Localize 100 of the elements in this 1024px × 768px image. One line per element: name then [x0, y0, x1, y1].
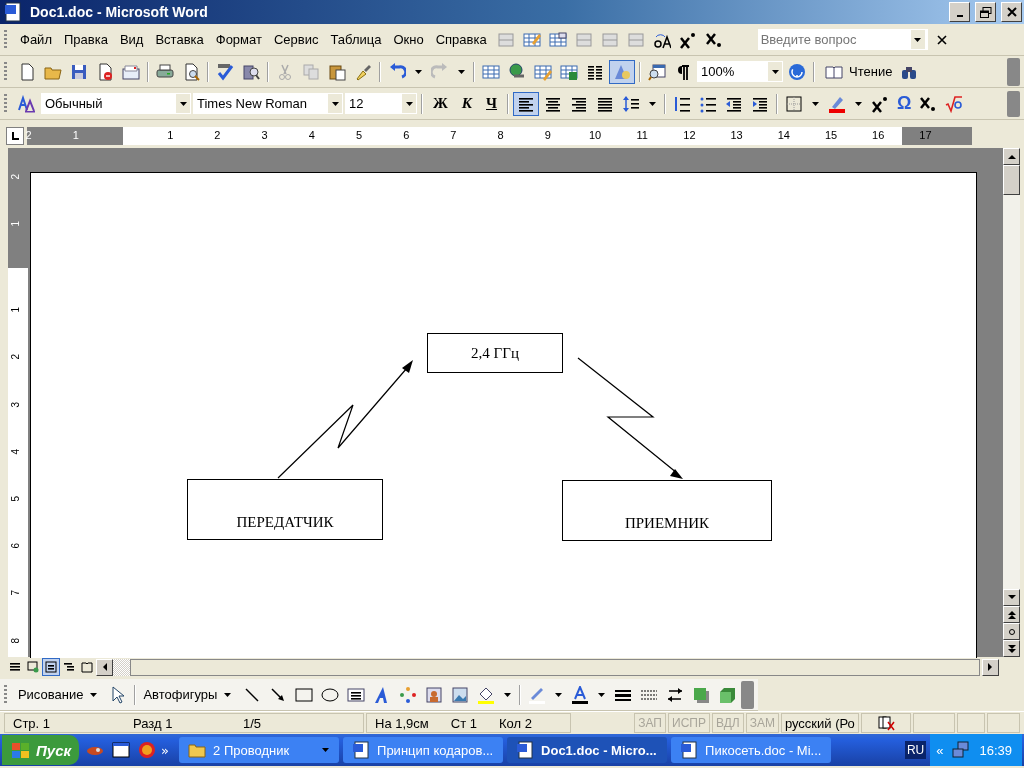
help-search-field[interactable]: Введите вопрос: [757, 29, 928, 50]
menu-item[interactable]: Вид: [114, 30, 149, 49]
arrow-style-icon[interactable]: [666, 685, 685, 704]
drawing-menu-button[interactable]: Рисование: [14, 687, 105, 702]
next-page-button[interactable]: [1003, 640, 1020, 657]
caret-icon[interactable]: [554, 690, 564, 699]
close-icon[interactable]: [1006, 7, 1017, 17]
square-root-icon[interactable]: [945, 94, 964, 113]
borders-icon[interactable]: [785, 94, 804, 113]
rectangle-icon[interactable]: [295, 685, 314, 704]
close-button[interactable]: [1001, 2, 1022, 22]
superscript-icon[interactable]: [678, 30, 697, 49]
menu-item[interactable]: Окно: [388, 30, 429, 49]
open-book-icon[interactable]: [825, 64, 843, 79]
taskbar-button[interactable]: 2 Проводник: [179, 737, 340, 763]
bold-button[interactable]: Ж: [427, 95, 454, 112]
numbered-list-icon[interactable]: [673, 94, 692, 113]
symbol-button[interactable]: Ω: [894, 93, 915, 114]
caret-icon[interactable]: [811, 99, 821, 108]
word-document-icon[interactable]: [5, 2, 23, 22]
3d-cube-icon[interactable]: [718, 685, 737, 704]
menu-item[interactable]: Сервис: [268, 30, 324, 49]
minimize-button[interactable]: [949, 2, 970, 22]
merge-cells-icon[interactable]: [574, 30, 593, 49]
caret-icon[interactable]: [770, 67, 780, 76]
right-arrow-icon[interactable]: [988, 663, 993, 671]
highlighter-icon[interactable]: [828, 94, 847, 113]
envelope-icon[interactable]: [122, 62, 140, 81]
font-field[interactable]: Times New Roman: [193, 93, 343, 114]
oval-icon[interactable]: [321, 685, 340, 704]
reading-button[interactable]: Чтение: [819, 64, 896, 79]
language-indicator[interactable]: RU: [904, 741, 927, 759]
text-box-icon[interactable]: [347, 685, 366, 704]
horizontal-ruler[interactable]: 2 1 1 2 3 4 5 6 7 8 9 10 11 12 13 14 15 16 17: [27, 127, 972, 145]
fill-color-icon[interactable]: [477, 685, 496, 704]
autoshapes-menu-button[interactable]: Автофигуры: [140, 687, 239, 702]
down-arrow-icon[interactable]: [1007, 595, 1016, 600]
caret-icon[interactable]: [89, 690, 99, 699]
diagram-icon[interactable]: [399, 685, 418, 704]
start-button[interactable]: Пуск: [2, 735, 80, 765]
menu-item[interactable]: Справка: [430, 30, 492, 49]
spreadsheet-icon[interactable]: [560, 62, 578, 81]
more-button[interactable]: »: [161, 742, 170, 758]
caret-icon[interactable]: [414, 67, 423, 76]
toolbar-options-button[interactable]: [741, 680, 754, 709]
new-document-icon[interactable]: [18, 62, 36, 81]
paintbrush-icon[interactable]: [354, 62, 372, 81]
caret-icon[interactable]: [457, 67, 466, 76]
taskbar-button[interactable]: Принцип кодаров...: [343, 737, 504, 763]
caret-icon[interactable]: [854, 99, 864, 108]
cell-align-icon[interactable]: [626, 30, 645, 49]
table-eraser-icon[interactable]: [548, 30, 567, 49]
magnifier-page-icon[interactable]: [648, 62, 666, 81]
zoom-field[interactable]: 100%: [697, 61, 783, 82]
scroll-down-button[interactable]: [1003, 589, 1020, 606]
book-search-icon[interactable]: [242, 62, 260, 81]
scroll-right-button[interactable]: [982, 658, 999, 676]
caret-icon[interactable]: [597, 690, 607, 699]
caret-icon[interactable]: [223, 690, 233, 699]
previous-page-button[interactable]: [1003, 606, 1020, 623]
globe-link-icon[interactable]: [508, 62, 526, 81]
network-icon[interactable]: [952, 741, 971, 759]
split-cells-icon[interactable]: [600, 30, 619, 49]
caret-icon[interactable]: [404, 99, 414, 108]
styles-icon[interactable]: [18, 94, 36, 113]
double-down-arrow-icon[interactable]: [1007, 644, 1016, 653]
vertical-ruler[interactable]: 2 1 1 2 3 4 5 6 7 8: [8, 148, 28, 657]
caret-icon[interactable]: [503, 690, 513, 699]
menu-item[interactable]: Таблица: [325, 30, 387, 49]
scroll-up-button[interactable]: [1003, 148, 1020, 165]
font-size-field[interactable]: 12: [345, 93, 417, 114]
image-icon[interactable]: [451, 685, 470, 704]
scrollbar-thumb[interactable]: [1003, 165, 1020, 195]
underline-button[interactable]: Ч: [480, 95, 504, 112]
shadow-icon[interactable]: [692, 685, 711, 704]
caret-icon[interactable]: [913, 35, 923, 44]
up-arrow-icon[interactable]: [1007, 154, 1016, 159]
menu-item[interactable]: Вставка: [150, 30, 209, 49]
spell-check-icon[interactable]: [216, 62, 234, 81]
table-icon[interactable]: [482, 62, 500, 81]
print-preview-icon[interactable]: [182, 62, 200, 81]
clip-art-icon[interactable]: [425, 685, 444, 704]
toolbar-options-button[interactable]: [1007, 57, 1020, 86]
caret-icon[interactable]: [330, 99, 340, 108]
window-icon[interactable]: [112, 741, 131, 759]
table-pencil-icon[interactable]: [534, 62, 552, 81]
font-color-icon[interactable]: [571, 685, 590, 704]
clipboard-icon[interactable]: [328, 62, 346, 81]
menu-item[interactable]: Файл: [15, 30, 57, 49]
left-arrow-icon[interactable]: [102, 663, 107, 671]
tab-selector-button[interactable]: [6, 127, 24, 145]
caret-icon[interactable]: [648, 99, 658, 108]
document-stop-icon[interactable]: [96, 62, 114, 81]
line-color-icon[interactable]: [528, 685, 547, 704]
table-pencil-icon[interactable]: [522, 30, 541, 49]
double-up-arrow-icon[interactable]: [1007, 610, 1016, 619]
taskbar-button[interactable]: Doc1.doc - Micro...: [507, 737, 668, 763]
menu-item[interactable]: Формат: [210, 30, 267, 49]
italic-button[interactable]: К: [455, 95, 479, 112]
toolbar-options-button[interactable]: [1007, 90, 1020, 117]
